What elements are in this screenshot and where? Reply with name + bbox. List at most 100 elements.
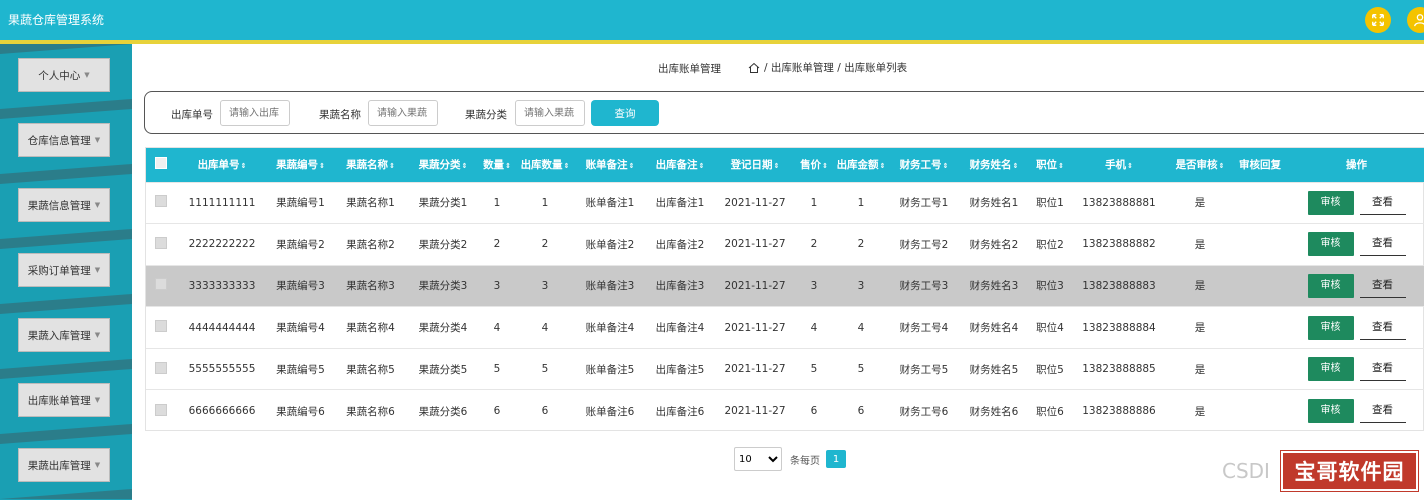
table-row[interactable]: 3333333333 果蔬编号3 果蔬名称3 果蔬分类3 3 3 账单备注3 出库备注3 202… <box>146 265 1424 307</box>
col-header[interactable]: 出库数量⇕ <box>516 148 574 182</box>
col-header[interactable]: 出库备注⇕ <box>646 148 714 182</box>
col-header[interactable]: 数量⇕ <box>478 148 516 182</box>
produce-name-input[interactable] <box>368 100 438 126</box>
sidebar-button[interactable]: 果蔬入库管理 ▼ <box>18 318 110 352</box>
sidebar-button[interactable]: 仓库信息管理 ▼ <box>18 123 110 157</box>
col-header[interactable]: 果蔬分类⇕ <box>408 148 478 182</box>
table-cell: 2222222222 <box>188 238 256 251</box>
table-row[interactable]: 4444444444 果蔬编号4 果蔬名称4 果蔬分类4 4 4 账单备注4 出库备注4 202… <box>146 306 1424 349</box>
sidebar-item-label: 仓库信息管理 <box>27 134 91 147</box>
table-cell: 4 <box>493 321 501 334</box>
col-header: 操作 <box>1346 159 1367 172</box>
table-cell: 财务工号2 <box>899 238 949 251</box>
table-cell: 果蔬名称2 <box>346 238 395 251</box>
table-cell <box>1232 348 1288 390</box>
table-cell: 职位5 <box>1036 363 1064 376</box>
sidebar-item-outbound-bills: 出库账单管理 ▼ <box>0 369 132 434</box>
table-cell: 6 <box>810 405 818 418</box>
col-header[interactable]: 是否审核⇕ <box>1168 148 1232 182</box>
table-cell: 2 <box>541 238 549 251</box>
sidebar-button[interactable]: 采购订单管理 ▼ <box>18 253 110 287</box>
sidebar-item-produce-info: 果蔬信息管理 ▼ <box>0 174 132 239</box>
row-actions: 审核 查看 <box>1288 182 1424 224</box>
table-cell: 2021-11-27 <box>724 363 786 376</box>
row-checkbox[interactable] <box>146 182 176 224</box>
audit-button[interactable]: 审核 <box>1307 315 1354 340</box>
table-cell: 果蔬编号4 <box>276 322 325 335</box>
row-checkbox[interactable] <box>146 307 176 349</box>
sort-icon: ⇕ <box>389 162 395 171</box>
table-cell: 13823888883 <box>1082 279 1156 292</box>
view-button[interactable]: 查看 <box>1359 399 1406 424</box>
col-header[interactable]: 手机⇕ <box>1070 148 1168 182</box>
view-button[interactable]: 查看 <box>1359 232 1406 257</box>
sort-icon: ⇕ <box>505 162 511 171</box>
fullscreen-button[interactable] <box>1365 7 1391 33</box>
caret-down-icon: ▼ <box>94 461 101 469</box>
sidebar-button[interactable]: 出库账单管理 ▼ <box>18 383 110 417</box>
user-button[interactable] <box>1407 7 1424 33</box>
audit-button[interactable]: 审核 <box>1307 399 1354 424</box>
table-cell: 职位2 <box>1036 238 1064 251</box>
table-cell: 果蔬分类2 <box>418 238 468 251</box>
row-checkbox[interactable] <box>146 265 176 307</box>
page-size-suffix: 条每页 <box>790 455 820 467</box>
table-cell: 2021-11-27 <box>724 279 786 292</box>
table-row[interactable]: 2222222222 果蔬编号2 果蔬名称2 果蔬分类2 2 2 账单备注2 出库备注2 202… <box>146 223 1424 266</box>
table-cell: 果蔬编号6 <box>276 405 325 418</box>
audit-button[interactable]: 审核 <box>1307 273 1354 298</box>
sidebar-item-personal-center: 个人中心 ▼ <box>0 44 132 109</box>
row-actions: 审核 查看 <box>1288 307 1424 349</box>
col-header[interactable]: 果蔬编号⇕ <box>268 148 333 182</box>
col-header[interactable]: 财务姓名⇕ <box>958 148 1030 182</box>
table-cell: 是 <box>1194 363 1206 376</box>
audit-button[interactable]: 审核 <box>1307 232 1354 257</box>
col-header[interactable]: 财务工号⇕ <box>890 148 958 182</box>
audit-button[interactable]: 审核 <box>1307 357 1354 382</box>
table-cell: 账单备注3 <box>585 280 635 293</box>
col-header[interactable]: 售价⇕ <box>796 148 832 182</box>
produce-category-input[interactable] <box>515 100 585 126</box>
table-cell <box>1232 265 1288 307</box>
col-header[interactable]: 出库单号⇕ <box>176 148 268 182</box>
col-header[interactable]: 账单备注⇕ <box>574 148 646 182</box>
sort-icon: ⇕ <box>319 162 325 171</box>
view-button[interactable]: 查看 <box>1359 357 1406 382</box>
row-actions: 审核 查看 <box>1288 224 1424 266</box>
col-header[interactable]: 果蔬名称⇕ <box>333 148 408 182</box>
audit-button[interactable]: 审核 <box>1307 190 1354 215</box>
select-all-checkbox[interactable] <box>146 148 176 182</box>
row-checkbox[interactable] <box>146 348 176 390</box>
table-cell: 13823888886 <box>1082 405 1156 418</box>
table-cell: 财务工号1 <box>899 197 949 210</box>
caret-down-icon: ▼ <box>94 136 101 144</box>
sidebar-button[interactable]: 果蔬出库管理 ▼ <box>18 448 110 482</box>
table-cell: 4 <box>541 321 549 334</box>
col-header[interactable]: 职位⇕ <box>1030 148 1070 182</box>
sidebar-item-produce-inbound: 果蔬入库管理 ▼ <box>0 304 132 369</box>
sort-icon: ⇕ <box>563 162 570 171</box>
col-header[interactable]: 登记日期⇕ <box>714 148 796 182</box>
table-row[interactable]: 6666666666 果蔬编号6 果蔬名称6 果蔬分类6 6 6 账单备注6 出库备注6 202… <box>146 389 1424 432</box>
sidebar-button[interactable]: 个人中心 ▼ <box>18 58 110 92</box>
view-button[interactable]: 查看 <box>1359 274 1406 298</box>
table-cell: 2021-11-27 <box>724 405 786 418</box>
page-size-select[interactable]: 10 <box>734 447 782 471</box>
home-icon[interactable] <box>748 62 760 74</box>
view-button[interactable]: 查看 <box>1359 191 1406 215</box>
table-cell: 13823888885 <box>1082 363 1156 376</box>
sort-icon: ⇕ <box>698 162 705 171</box>
view-button[interactable]: 查看 <box>1359 316 1406 340</box>
table-row[interactable]: 1111111111 果蔬编号1 果蔬名称1 果蔬分类1 1 1 账单备注1 出库备注1 202… <box>146 182 1424 224</box>
sidebar-button[interactable]: 果蔬信息管理 ▼ <box>18 188 110 222</box>
table-row[interactable]: 5555555555 果蔬编号5 果蔬名称5 果蔬分类5 5 5 账单备注5 出库备注5 202… <box>146 348 1424 390</box>
col-header[interactable]: 出库金额⇕ <box>832 148 890 182</box>
page-number-button[interactable]: 1 <box>826 450 846 468</box>
sort-icon: ⇕ <box>1058 162 1064 171</box>
outbound-no-input[interactable] <box>220 100 290 126</box>
sidebar-item-label: 采购订单管理 <box>27 264 91 277</box>
table-cell: 是 <box>1194 280 1206 293</box>
search-button[interactable]: 查询 <box>591 100 659 126</box>
row-checkbox[interactable] <box>146 390 176 432</box>
row-checkbox[interactable] <box>146 224 176 266</box>
